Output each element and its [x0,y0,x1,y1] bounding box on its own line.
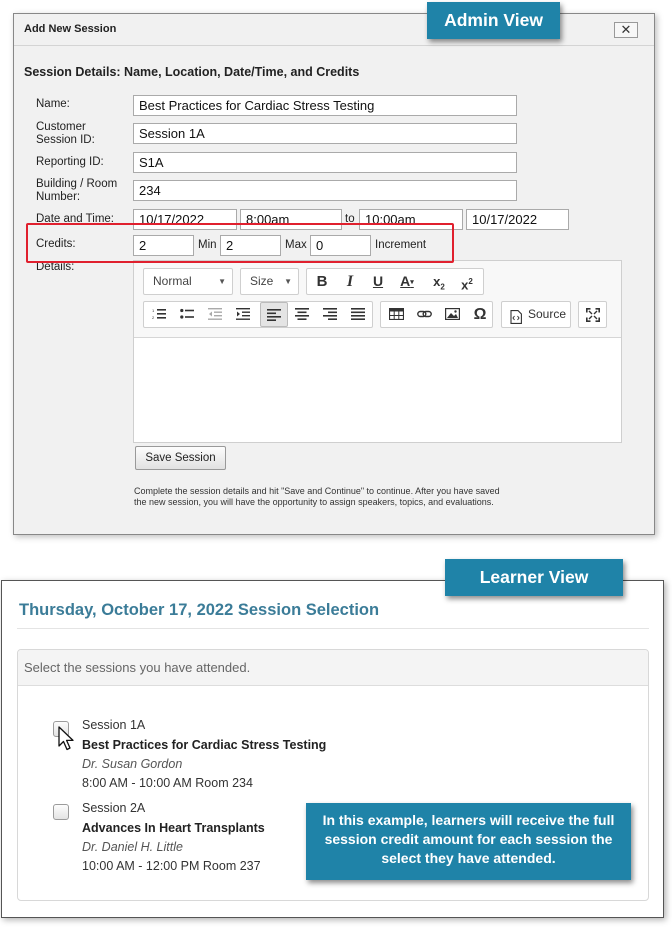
rich-text-editor: Normal ▼ Size ▼ B I U A▾ x2 x2 12 Ω Sour… [133,260,622,443]
editor-content-area[interactable] [134,339,621,442]
add-session-dialog: Add New Session ✕ Session Details: Name,… [13,13,655,535]
underline-icon[interactable]: U [364,269,392,294]
session-speaker: Dr. Daniel H. Little [82,840,183,854]
session-time-room: 10:00 AM - 12:00 PM Room 237 [82,859,261,873]
insert-group: Ω [380,301,493,328]
text-color-icon[interactable]: A▾ [392,269,422,294]
session-title: Advances In Heart Transplants [82,821,265,835]
image-icon[interactable] [438,302,466,327]
source-icon [510,308,522,333]
format-combo[interactable]: Normal ▼ [143,268,233,295]
italic-icon[interactable]: I [336,269,364,294]
name-input[interactable] [133,95,517,116]
superscript-icon[interactable]: x2 [453,269,481,294]
bulleted-list-icon[interactable] [173,302,201,327]
source-button[interactable]: Source [501,301,571,328]
explanation-callout: In this example, learners will receive t… [306,803,631,880]
building-room-input[interactable] [133,180,517,201]
session-title: Best Practices for Cardiac Stress Testin… [82,738,327,752]
end-date-input[interactable] [466,209,569,230]
outdent-icon[interactable] [201,302,229,327]
session-speaker: Dr. Susan Gordon [82,757,183,771]
source-label: Source [528,307,567,321]
panel-heading: Select the sessions you have attended. [18,650,648,686]
reporting-id-label: Reporting ID: [36,156,104,168]
paragraph-group: 12 [143,301,373,328]
dialog-title: Add New Session [24,23,117,35]
customer-session-id-input[interactable] [133,123,517,144]
section-heading: Session Details: Name, Location, Date/Ti… [24,65,360,79]
bold-icon[interactable]: B [308,269,336,294]
maximize-icon [586,308,600,327]
dialog-divider [14,45,654,46]
justify-icon[interactable] [344,302,372,327]
chevron-down-icon: ▼ [284,277,292,286]
indent-icon[interactable] [229,302,257,327]
reporting-id-input[interactable] [133,152,517,173]
session-code: Session 2A [82,801,146,815]
svg-text:1: 1 [152,308,155,313]
help-text: Complete the session details and hit "Sa… [134,486,500,507]
close-button[interactable]: ✕ [614,22,638,38]
special-char-icon[interactable]: Ω [466,302,494,327]
align-right-icon[interactable] [316,302,344,327]
size-combo[interactable]: Size ▼ [240,268,299,295]
credits-highlight-box [26,223,454,263]
subscript-icon[interactable]: x2 [425,269,453,294]
session-2a-checkbox[interactable] [53,804,69,820]
session-code: Session 1A [82,718,146,732]
numbered-list-icon[interactable]: 12 [145,302,173,327]
table-icon[interactable] [382,302,410,327]
admin-view-badge: Admin View [427,2,560,39]
text-style-group: B I U A▾ x2 x2 [306,268,484,295]
maximize-button[interactable] [578,301,607,328]
learner-view-badge: Learner View [445,559,623,596]
customer-session-id-label: Customer Session ID: [36,121,95,146]
chevron-down-icon: ▼ [218,277,226,286]
align-left-icon[interactable] [260,302,288,327]
name-label: Name: [36,98,70,110]
title-divider [17,628,649,629]
link-icon[interactable] [410,302,438,327]
editor-toolbar: Normal ▼ Size ▼ B I U A▾ x2 x2 12 Ω Sour… [134,261,621,338]
building-room-label: Building / Room Number: [36,178,118,203]
page-title: Thursday, October 17, 2022 Session Selec… [19,601,380,619]
format-combo-value: Normal [153,274,192,288]
save-session-button[interactable]: Save Session [135,446,226,470]
align-center-icon[interactable] [288,302,316,327]
mouse-pointer-icon [58,726,76,757]
size-combo-value: Size [250,274,274,288]
svg-text:2: 2 [152,315,155,320]
session-time-room: 8:00 AM - 10:00 AM Room 234 [82,776,253,790]
